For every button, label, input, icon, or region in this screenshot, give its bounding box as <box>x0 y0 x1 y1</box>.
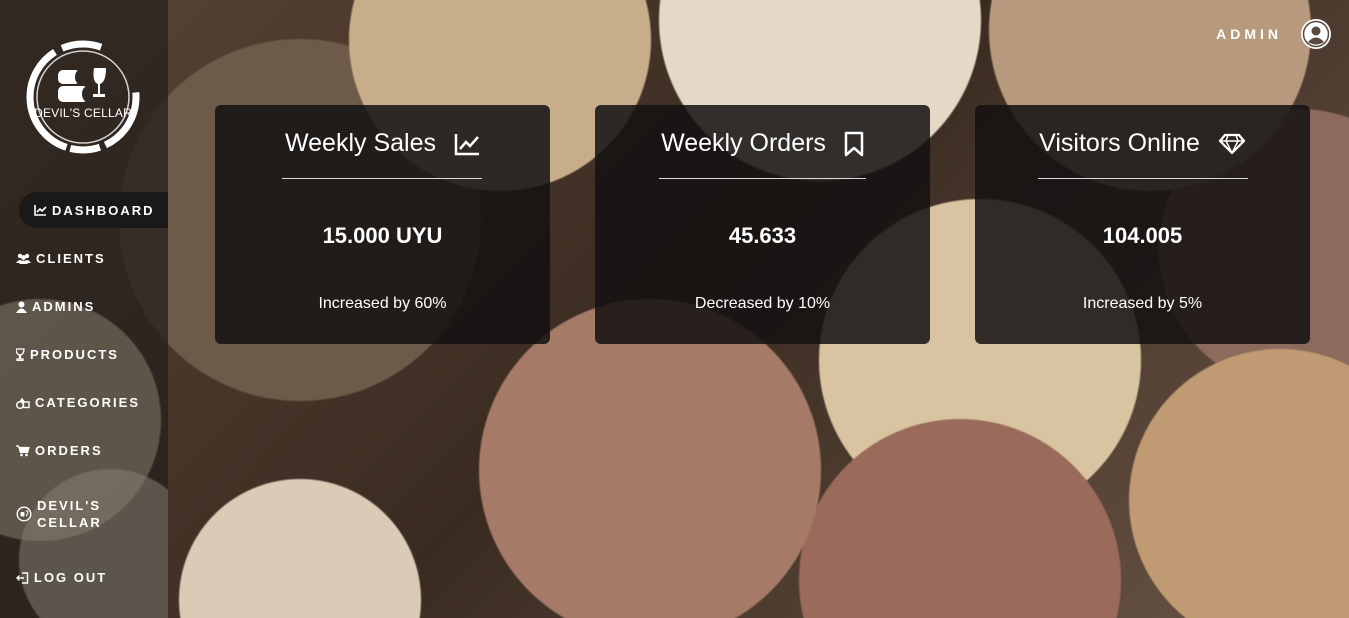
logo-text: DEVIL'S CELLAR <box>34 106 132 120</box>
sidebar-item-label: PRODUCTS <box>30 347 119 362</box>
sidebar-item-label: DASHBOARD <box>52 202 155 218</box>
sidebar-item-label: DEVIL'S CELLAR <box>37 497 102 531</box>
card-header: Visitors Online <box>975 129 1310 158</box>
card-change: Increased by 5% <box>1082 295 1203 312</box>
sidebar-item-label: ORDERS <box>35 443 103 458</box>
card-change: Increased by 60% <box>318 295 447 312</box>
sidebar-item-orders[interactable]: ORDERS <box>16 443 103 458</box>
sidebar-item-products[interactable]: PRODUCTS <box>16 347 119 362</box>
sidebar-item-label-line2: CELLAR <box>37 515 102 530</box>
header-user-menu[interactable]: ADMIN <box>1216 18 1332 50</box>
wine-glass-icon <box>16 348 25 361</box>
stat-card-visitors-online: Visitors Online 104.005 Increased by 5% <box>975 105 1310 344</box>
sidebar-item-dashboard[interactable]: DASHBOARD <box>19 192 168 228</box>
stat-card-weekly-orders: Weekly Orders 45.633 Decreased by 10% <box>595 105 930 344</box>
card-header: Weekly Sales <box>215 129 550 158</box>
sidebar-item-label: CATEGORIES <box>35 395 140 410</box>
card-title: Visitors Online <box>1039 129 1200 157</box>
user-icon <box>16 301 27 313</box>
logo-ring-icon <box>26 40 140 154</box>
sidebar-item-devils-cellar[interactable]: DEVIL'S CELLAR <box>16 497 102 531</box>
sidebar-item-categories[interactable]: CATEGORIES <box>16 395 140 410</box>
stat-card-weekly-sales: Weekly Sales 15.000 UYU Increased by 60% <box>215 105 550 344</box>
sidebar-item-label: CLIENTS <box>36 251 106 266</box>
brand-icon <box>16 506 32 522</box>
logo[interactable]: DEVIL'S CELLAR <box>24 38 142 156</box>
cart-icon <box>16 444 30 456</box>
app-window: DEVIL'S CELLAR DASHBOARD CLIENTS ADMINS … <box>0 0 1349 618</box>
sidebar: DEVIL'S CELLAR DASHBOARD CLIENTS ADMINS … <box>0 0 168 618</box>
chart-line-icon <box>34 205 47 216</box>
logout-icon <box>16 571 29 584</box>
card-divider <box>659 178 866 179</box>
card-title: Weekly Orders <box>661 129 826 157</box>
sidebar-item-logout[interactable]: LOG OUT <box>16 570 107 585</box>
sidebar-item-clients[interactable]: CLIENTS <box>16 251 106 266</box>
chart-line-icon <box>454 133 479 155</box>
card-divider <box>1038 178 1248 179</box>
card-value: 45.633 <box>728 223 797 248</box>
sidebar-item-label: LOG OUT <box>34 570 108 585</box>
card-change: Decreased by 10% <box>694 295 831 312</box>
sidebar-item-label: ADMINS <box>32 299 96 314</box>
card-title: Weekly Sales <box>285 129 436 157</box>
card-header: Weekly Orders <box>595 129 930 158</box>
card-value: 15.000 UYU <box>322 223 443 248</box>
diamond-icon <box>1218 133 1245 154</box>
sidebar-item-admins[interactable]: ADMINS <box>16 299 95 314</box>
card-divider <box>282 178 482 179</box>
card-value: 104.005 <box>1102 223 1183 248</box>
user-circle-icon[interactable] <box>1300 18 1332 50</box>
sidebar-item-label-line1: DEVIL'S <box>37 498 102 513</box>
users-icon <box>16 253 31 264</box>
bookmark-icon <box>844 131 864 156</box>
shapes-icon <box>16 397 30 409</box>
user-label: ADMIN <box>1216 26 1282 42</box>
